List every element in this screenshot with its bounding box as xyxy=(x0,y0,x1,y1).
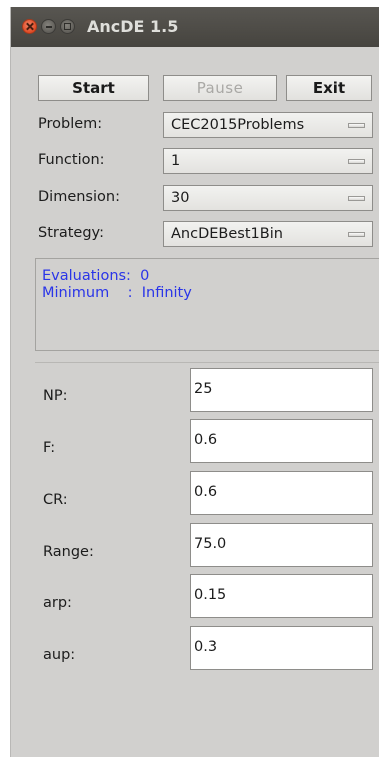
pause-button[interactable]: Pause xyxy=(163,75,277,101)
function-select[interactable]: 1 xyxy=(163,148,373,174)
aup-value: 0.3 xyxy=(194,639,218,655)
f-label: F: xyxy=(43,440,56,456)
dropdown-arrow-icon[interactable] xyxy=(348,196,365,201)
f-value: 0.6 xyxy=(194,432,218,448)
aup-field[interactable]: 0.3 xyxy=(190,626,373,670)
cr-field[interactable]: 0.6 xyxy=(190,471,373,515)
dropdown-arrow-icon[interactable] xyxy=(348,232,365,237)
minimize-icon[interactable] xyxy=(41,19,56,34)
exit-button[interactable]: Exit xyxy=(286,75,372,101)
strategy-select-value: AncDEBest1Bin xyxy=(171,226,283,242)
problem-select[interactable]: CEC2015Problems xyxy=(163,112,373,138)
evaluations-status: Evaluations: 0 xyxy=(42,268,150,284)
strategy-label: Strategy: xyxy=(38,225,104,241)
status-panel: Evaluations: 0 Minimum : Infinity xyxy=(35,258,379,351)
dimension-select[interactable]: 30 xyxy=(163,185,373,211)
dimension-select-value: 30 xyxy=(171,190,190,206)
start-button[interactable]: Start xyxy=(38,75,149,101)
close-icon[interactable] xyxy=(22,19,37,34)
window-title: AncDE 1.5 xyxy=(87,17,179,36)
title-bar[interactable]: AncDE 1.5 xyxy=(11,7,379,47)
dropdown-arrow-icon[interactable] xyxy=(348,123,365,128)
problem-label: Problem: xyxy=(38,116,103,132)
minimum-status: Minimum : Infinity xyxy=(42,285,192,301)
range-label: Range: xyxy=(43,544,94,560)
dimension-label: Dimension: xyxy=(38,189,120,205)
app-window: AncDE 1.5 Start Pause Exit Problem: CEC2… xyxy=(10,7,379,757)
divider xyxy=(35,362,379,363)
problem-select-value: CEC2015Problems xyxy=(171,117,305,133)
strategy-select[interactable]: AncDEBest1Bin xyxy=(163,221,373,247)
np-value: 25 xyxy=(194,381,213,397)
range-value: 75.0 xyxy=(194,536,227,552)
aup-label: aup: xyxy=(43,647,76,663)
dropdown-arrow-icon[interactable] xyxy=(348,159,365,164)
np-label: NP: xyxy=(43,388,68,404)
function-label: Function: xyxy=(38,152,105,168)
cr-label: CR: xyxy=(43,492,68,508)
maximize-icon[interactable] xyxy=(60,19,75,34)
function-select-value: 1 xyxy=(171,153,181,169)
f-field[interactable]: 0.6 xyxy=(190,419,373,463)
arp-field[interactable]: 0.15 xyxy=(190,574,373,618)
range-field[interactable]: 75.0 xyxy=(190,523,373,567)
arp-value: 0.15 xyxy=(194,587,227,603)
cr-value: 0.6 xyxy=(194,484,218,500)
arp-label: arp: xyxy=(43,595,72,611)
np-field[interactable]: 25 xyxy=(190,368,373,412)
